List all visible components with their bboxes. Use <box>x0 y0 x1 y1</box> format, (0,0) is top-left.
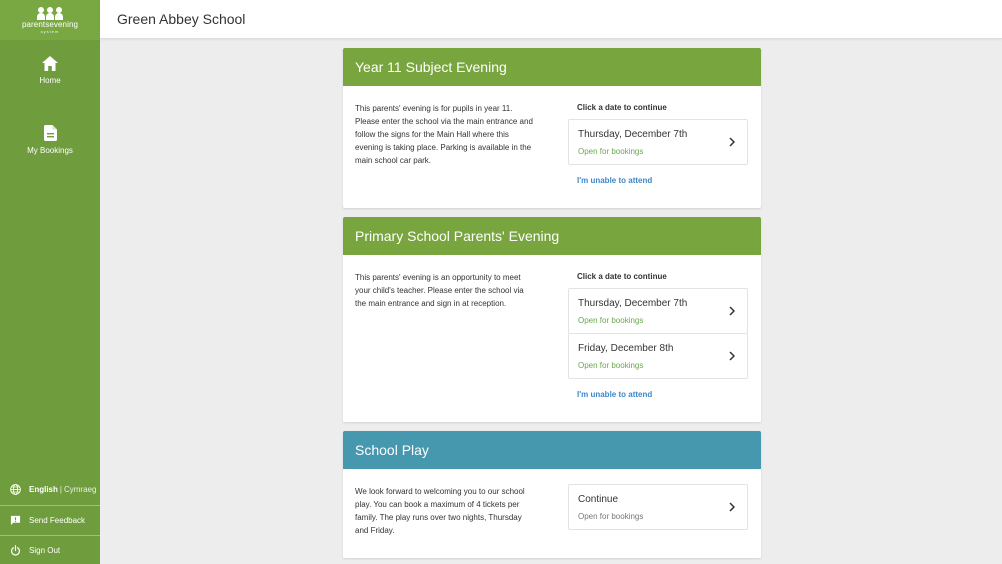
sidebar-item-home[interactable]: Home <box>0 56 100 85</box>
logo-text: parentsevening <box>21 19 79 29</box>
event-card-year-11: Year 11 Subject Evening This parents' ev… <box>343 48 761 208</box>
continue-button[interactable]: Continue Open for bookings <box>568 484 748 530</box>
feedback-icon <box>9 515 21 526</box>
date-label: Thursday, December 7th <box>578 129 688 140</box>
top-header: Green Abbey School <box>100 0 1002 39</box>
event-card-school-play: School Play We look forward to welcoming… <box>343 431 761 558</box>
send-feedback-button[interactable]: Send Feedback <box>0 505 100 534</box>
event-description: We look forward to welcoming you to our … <box>355 487 525 535</box>
document-icon <box>43 125 57 141</box>
sidebar-item-label: Home <box>39 76 61 85</box>
chevron-right-icon <box>729 306 735 316</box>
language-cymraeg[interactable]: Cymraeg <box>64 485 96 494</box>
continue-label: Continue <box>578 494 619 505</box>
chevron-right-icon <box>729 137 735 147</box>
power-icon <box>9 544 21 556</box>
date-option[interactable]: Thursday, December 7th Open for bookings <box>568 119 748 165</box>
logo[interactable]: parentsevening system <box>0 0 100 40</box>
sign-out-button[interactable]: Sign Out <box>0 535 100 564</box>
event-title: School Play <box>343 431 761 469</box>
sidebar-item-my-bookings[interactable]: My Bookings <box>0 125 100 155</box>
date-status: Open for bookings <box>578 361 644 370</box>
date-status: Open for bookings <box>578 147 644 156</box>
chevron-right-icon <box>729 502 735 512</box>
sidebar: parentsevening system Home My Bookings E… <box>0 0 100 564</box>
event-card-primary: Primary School Parents' Evening This par… <box>343 217 761 422</box>
chevron-right-icon <box>729 351 735 361</box>
globe-icon <box>9 484 21 495</box>
date-option[interactable]: Friday, December 8th Open for bookings <box>568 333 748 379</box>
language-english[interactable]: English <box>29 485 58 494</box>
event-description: This parents' evening is for pupils in y… <box>355 104 533 165</box>
send-feedback-label: Send Feedback <box>29 515 86 525</box>
sign-out-label: Sign Out <box>29 545 61 555</box>
date-status: Open for bookings <box>578 316 644 325</box>
language-separator: | <box>59 485 62 494</box>
event-title: Primary School Parents' Evening <box>343 217 761 255</box>
school-name: Green Abbey School <box>117 11 246 27</box>
date-prompt: Click a date to continue <box>577 103 667 112</box>
sidebar-item-label: My Bookings <box>27 146 73 155</box>
home-icon <box>42 56 58 71</box>
event-description: This parents' evening is an opportunity … <box>355 273 524 308</box>
event-title: Year 11 Subject Evening <box>343 48 761 86</box>
date-label: Thursday, December 7th <box>578 298 688 309</box>
unable-to-attend-link[interactable]: I'm unable to attend <box>577 390 652 399</box>
date-label: Friday, December 8th <box>578 343 674 354</box>
booking-status: Open for bookings <box>578 512 644 521</box>
logo-subtext: system <box>40 28 60 34</box>
date-prompt: Click a date to continue <box>577 272 667 281</box>
logo-people-icon <box>37 6 63 20</box>
unable-to-attend-link[interactable]: I'm unable to attend <box>577 176 652 185</box>
date-option[interactable]: Thursday, December 7th Open for bookings <box>568 288 748 334</box>
language-switcher: English | Cymraeg <box>0 475 100 504</box>
